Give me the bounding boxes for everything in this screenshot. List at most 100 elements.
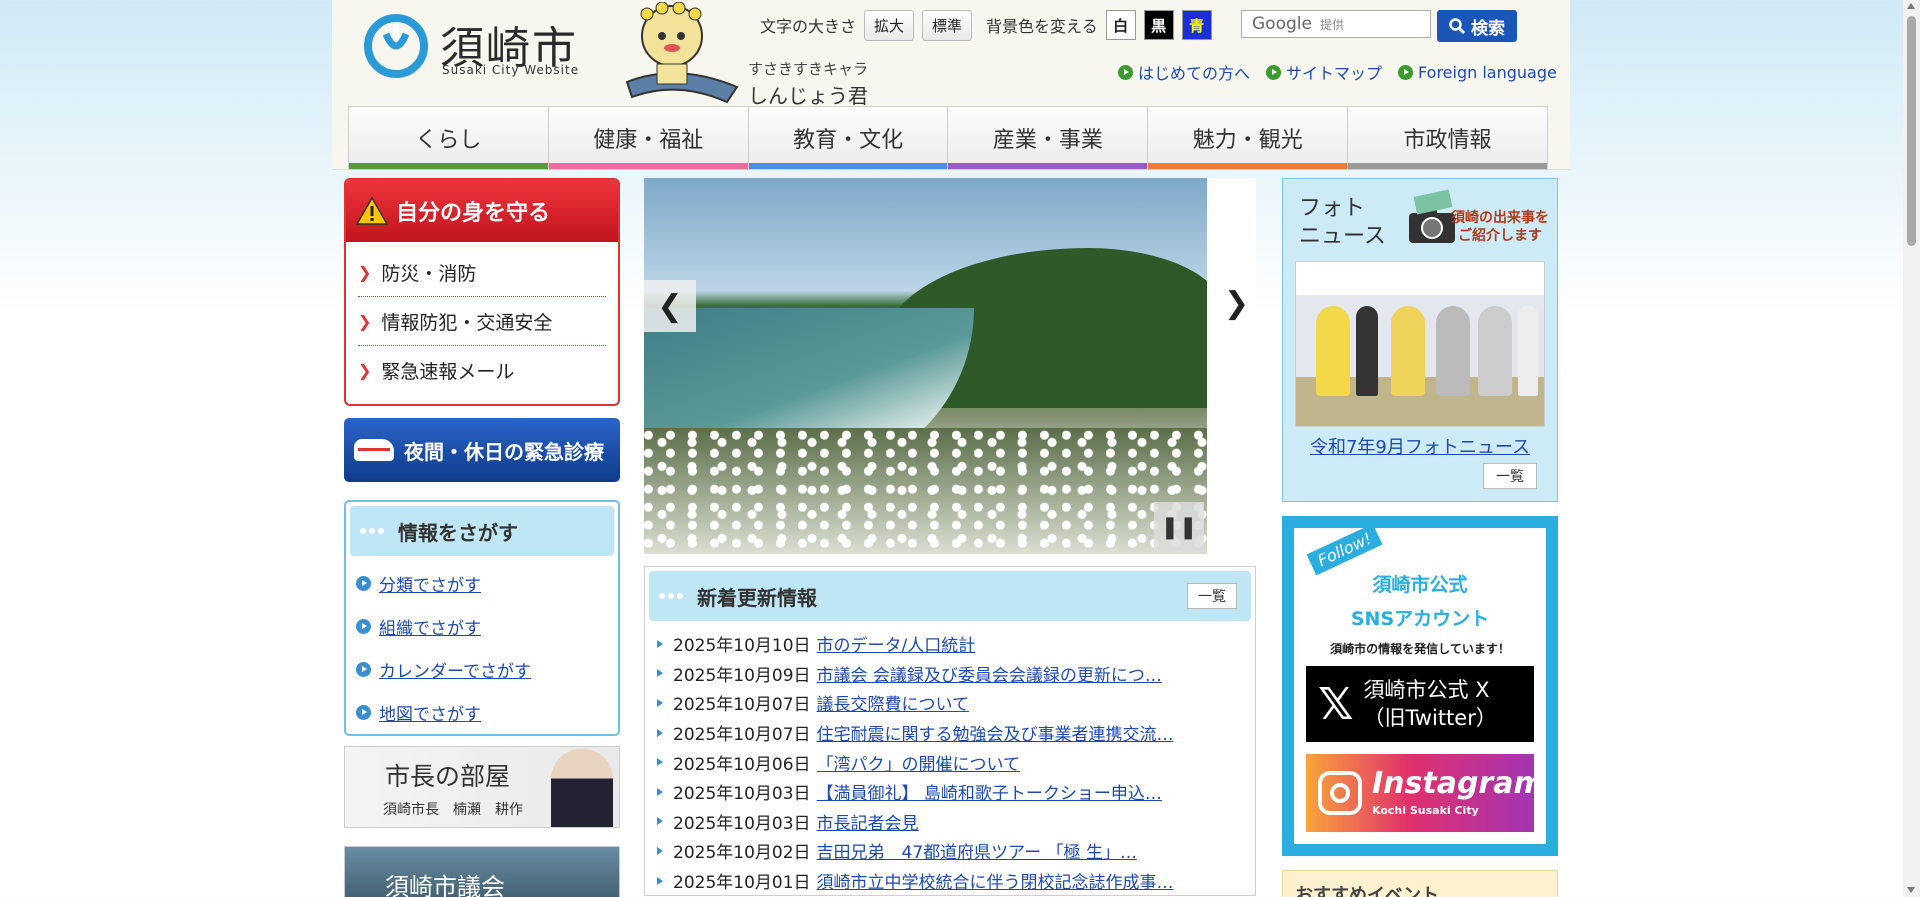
slider-prev-button[interactable]: ❮ [644,280,696,332]
news-date: 2025年10月01日 [673,873,811,894]
city-council-banner[interactable]: 須崎市議会 [344,846,620,897]
arrow-circle-icon [356,576,371,591]
search-button[interactable]: 検索 [1437,10,1517,42]
find-by-calendar[interactable]: カレンダーでさがす [356,648,608,691]
x-logo-icon: 𝕏 [1318,678,1354,730]
find-link[interactable]: 地図でさがす [379,700,481,725]
triangle-right-icon [657,787,663,796]
link-disaster-fire[interactable]: ❯ 防災・消防 [358,248,606,297]
news-link[interactable]: 住宅耐震に関する勉強会及び事業者連携交流… [817,720,1174,745]
warning-icon [356,196,388,225]
news-link[interactable]: 市議会 会議録及び委員会会議録の更新につ… [817,661,1162,686]
font-enlarge-button[interactable]: 拡大 [864,9,915,41]
arrow-circle-icon [1398,64,1414,80]
news-link[interactable]: 市長記者会見 [817,809,919,834]
link-emergency-mail[interactable]: ❯ 緊急速報メール [358,346,606,395]
nav-color-bar [1148,163,1348,169]
news-link[interactable]: 吉田兄弟 47都道府県ツアー 「極 生」… [817,838,1137,863]
recommended-event-title: おすすめイベント [1295,885,1439,897]
chevron-right-icon: ❯ [358,311,372,331]
link-beginners[interactable]: はじめての方へ [1118,60,1250,84]
nav-label: 教育・文化 [793,128,904,153]
triangle-right-icon [657,817,663,826]
sns-box: Follow! 須崎市公式 SNSアカウント 須崎市の情報を発信しています！ 𝕏 … [1282,516,1558,856]
emergency-clinic-banner[interactable]: 夜間・休日の緊急診療 [344,418,620,482]
x-twitter-button[interactable]: 𝕏 須崎市公式 X （旧Twitter） [1306,666,1534,742]
photo-news-tag-line1: 須崎の出来事を [1451,210,1549,226]
photo-news-tag-line2: ご紹介します [1458,228,1542,244]
news-item: 2025年10月02日 吉田兄弟 47都道府県ツアー 「極 生」… [657,836,1243,866]
news-link[interactable]: 【満員御礼】 島崎和歌子トークショー申込… [817,779,1162,804]
bg-black-button[interactable]: 黒 [1143,10,1174,40]
slide-flowers [644,428,1207,554]
find-link[interactable]: 組織でさがす [379,614,481,639]
news-item: 2025年10月10日 市のデータ/人口統計 [657,629,1243,659]
instagram-logo-icon [1318,771,1362,815]
center-column: ❮ ❯ ❚❚ 新着更新情報 一覧 2025年10月10日 市のデータ/人口統計 2… [644,178,1256,896]
news-item: 2025年10月03日 【満員御礼】 島崎和歌子トークショー申込… [657,777,1243,807]
nav-kurashi[interactable]: くらし [348,106,548,170]
nav-label: 市政情報 [1403,128,1492,153]
news-list-button[interactable]: 一覧 [1187,583,1237,609]
recommended-event-banner[interactable]: おすすめイベント [1282,870,1558,897]
mayor-room-banner[interactable]: 市長の部屋 須崎市長 楠瀬 耕作 [344,746,620,828]
triangle-right-icon [657,639,663,648]
self-protection-title: 自分の身を守る [396,201,551,226]
nav-industry-business[interactable]: 産業・事業 [947,106,1148,170]
photo-figure [1478,306,1512,396]
photo-figure [1316,306,1350,396]
photo-figure [1436,306,1470,396]
find-link[interactable]: 分類でさがす [379,571,481,596]
slider-pause-button[interactable]: ❚❚ [1154,502,1204,552]
link-foreign-language[interactable]: Foreign language [1398,60,1557,84]
photo-news-link[interactable]: 令和7年9月フォトニュース [1310,437,1530,458]
mascot-caption-name: しんじょう君 [748,84,868,108]
nav-color-bar [948,163,1148,169]
instagram-button[interactable]: Instagram Kochi Susaki City [1306,754,1545,832]
font-standard-button[interactable]: 標準 [922,9,973,41]
scroll-down-icon[interactable] [1907,887,1915,893]
arrow-circle-icon [1118,64,1133,80]
scroll-up-icon[interactable] [1907,3,1915,9]
photo-news-list-button[interactable]: 一覧 [1483,463,1537,489]
find-by-category[interactable]: 分類でさがす [356,562,608,605]
nav-city-administration[interactable]: 市政情報 [1347,106,1548,170]
city-logo-icon[interactable] [364,14,428,78]
ambulance-icon [354,439,394,461]
news-item: 2025年10月06日 「湾パク」の開催について [657,747,1243,777]
find-info-box: 情報をさがす 分類でさがす 組織でさがす カレンダーでさがす 地図でさがす [344,500,620,736]
find-by-map[interactable]: 地図でさがす [356,691,608,734]
link-crime-traffic[interactable]: ❯ 情報防犯・交通安全 [358,297,606,346]
bg-white-button[interactable]: 白 [1105,10,1136,40]
news-date: 2025年10月10日 [673,636,811,657]
photo-news-caption: 令和7年9月フォトニュース [1283,433,1557,459]
link-sitemap[interactable]: サイトマップ [1266,60,1382,84]
left-column: 自分の身を守る ❯ 防災・消防 ❯ 情報防犯・交通安全 ❯ 緊急速報メール 夜間・休日… [344,178,620,897]
arrow-circle-icon [356,619,371,634]
self-protection-header: 自分の身を守る [346,180,618,242]
instagram-subtitle: Kochi Susaki City [1372,803,1479,817]
nav-education-culture[interactable]: 教育・文化 [747,106,948,170]
bg-blue-button[interactable]: 青 [1181,10,1212,40]
news-link[interactable]: 須崎市立中学校統合に伴う閉校記念誌作成事… [817,868,1174,893]
mascot-shinjo-kun-icon [625,2,739,104]
news-date: 2025年10月07日 [673,725,811,746]
slider-next-button[interactable]: ❯ [1224,286,1249,321]
search-input[interactable]: Google 提供 [1241,10,1431,38]
photo-news-image[interactable] [1295,261,1545,427]
nav-attractions-tourism[interactable]: 魅力・観光 [1147,106,1348,170]
page-wrapper: 須崎市 Susaki City Website すさきすきキャラ しんじょう君 … [332,0,1570,897]
news-link[interactable]: 「湾パク」の開催について [817,750,1021,775]
news-link[interactable]: 市のデータ/人口統計 [817,631,976,656]
google-label: Google [1252,14,1312,34]
news-date: 2025年10月06日 [673,754,811,775]
link-beginners-label: はじめての方へ [1138,64,1251,83]
find-by-organization[interactable]: 組織でさがす [356,605,608,648]
chevron-right-icon: ❯ [358,262,372,282]
triangle-right-icon [657,876,663,885]
scrollbar-thumb[interactable] [1907,16,1916,246]
find-link[interactable]: カレンダーでさがす [379,657,531,682]
nav-health-welfare[interactable]: 健康・福祉 [547,106,748,170]
page-scrollbar[interactable] [1903,0,1920,897]
news-link[interactable]: 議長交際費について [817,690,970,715]
